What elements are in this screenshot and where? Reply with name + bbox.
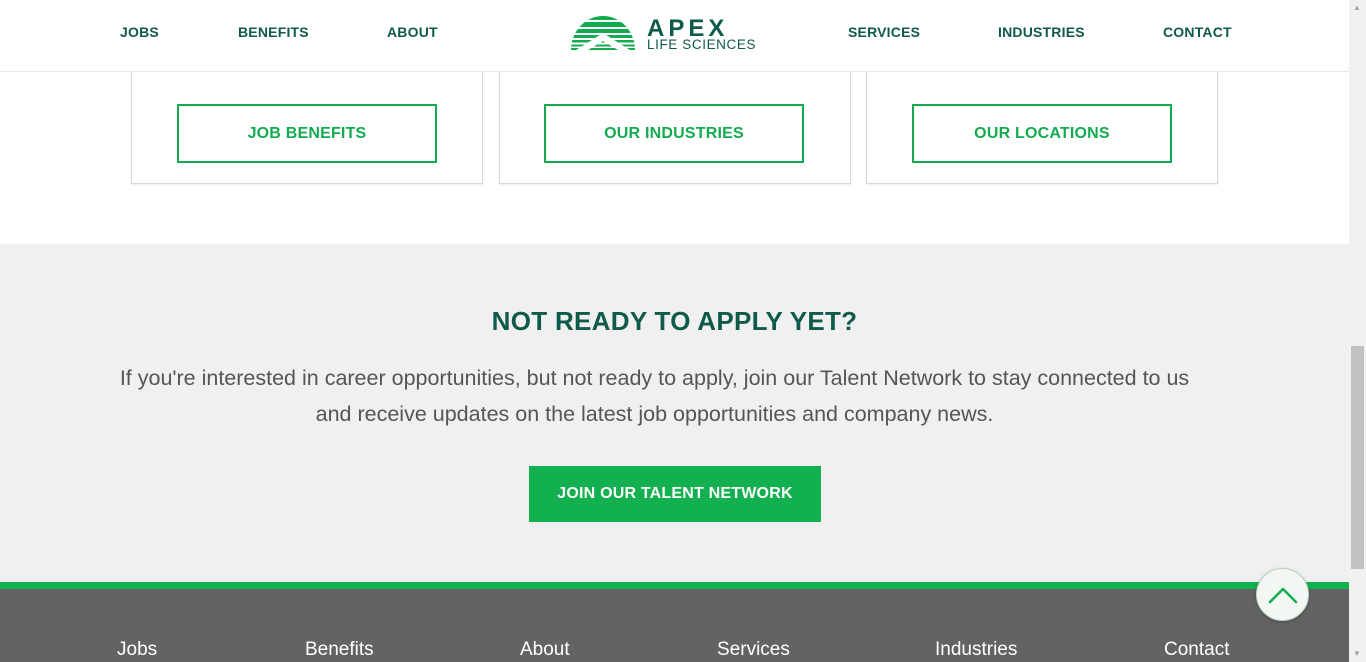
footer-link-services[interactable]: Services xyxy=(717,639,790,661)
logo-subtitle: LIFE SCIENCES xyxy=(647,37,757,52)
scroll-up-arrow[interactable]: ▲ xyxy=(1353,4,1361,12)
footer-link-about[interactable]: About xyxy=(520,639,570,661)
chevron-up-icon xyxy=(1268,587,1297,603)
our-industries-button[interactable]: OUR INDUSTRIES xyxy=(544,104,804,163)
footer-link-contact[interactable]: Contact xyxy=(1164,639,1229,661)
footer-accent-bar xyxy=(0,582,1349,589)
nav-about[interactable]: ABOUT xyxy=(387,24,438,40)
talent-title: NOT READY TO APPLY YET? xyxy=(491,306,858,336)
nav-jobs[interactable]: JOBS xyxy=(120,24,159,40)
nav-contact[interactable]: CONTACT xyxy=(1163,24,1232,40)
scroll-down-arrow[interactable]: ▼ xyxy=(1353,650,1361,658)
talent-network-section: NOT READY TO APPLY YET? If you're intere… xyxy=(0,244,1349,582)
back-to-top-button[interactable] xyxy=(1256,568,1309,621)
nav-benefits[interactable]: BENEFITS xyxy=(238,24,309,40)
nav-industries[interactable]: INDUSTRIES xyxy=(998,24,1085,40)
footer-link-jobs[interactable]: Jobs xyxy=(117,639,157,661)
footer-link-industries[interactable]: Industries xyxy=(935,639,1017,661)
talent-description: If you're interested in career opportuni… xyxy=(119,366,1190,426)
footer-link-benefits[interactable]: Benefits xyxy=(305,639,374,661)
job-benefits-button[interactable]: JOB BENEFITS xyxy=(177,104,437,163)
scrollbar-thumb[interactable] xyxy=(1351,346,1364,569)
mountain-logo-icon xyxy=(571,16,635,50)
join-talent-network-button[interactable]: JOIN OUR TALENT NETWORK xyxy=(529,466,821,522)
nav-services[interactable]: SERVICES xyxy=(848,24,920,40)
site-footer xyxy=(0,589,1349,662)
apex-logo[interactable]: APEX LIFE SCIENCES xyxy=(570,13,782,53)
site-header: JOBS BENEFITS ABOUT APEX LIFE SCIENCES S… xyxy=(0,0,1349,72)
our-locations-button[interactable]: OUR LOCATIONS xyxy=(912,104,1172,163)
